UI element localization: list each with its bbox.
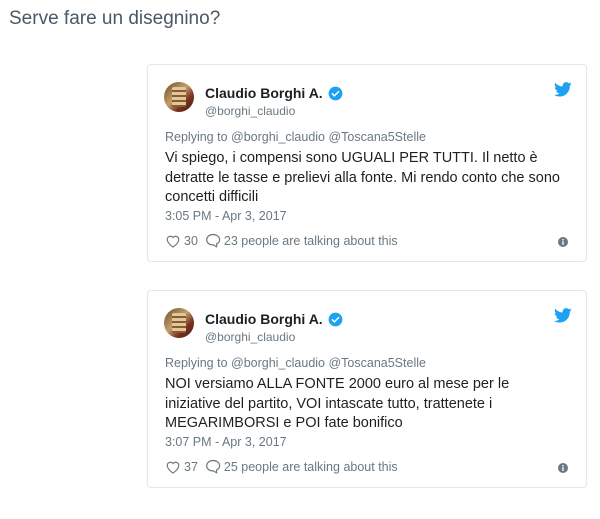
like-count[interactable]: 37: [184, 460, 198, 474]
tweet-actions: 37 25 people are talking about this: [165, 459, 398, 474]
twitter-bird-icon[interactable]: [554, 308, 572, 323]
verified-badge-icon: [328, 86, 343, 100]
author-handle[interactable]: @borghi_claudio: [205, 330, 295, 344]
tweet-card[interactable]: Claudio Borghi A. @borghi_claudio Replyi…: [147, 64, 587, 262]
tweet-text: NOI versiamo ALLA FONTE 2000 euro al mes…: [165, 376, 510, 431]
avatar[interactable]: [164, 308, 194, 338]
avatar[interactable]: [164, 82, 194, 112]
info-icon[interactable]: [558, 237, 568, 247]
tweet-text: Vi spiego, i compensi sono UGUALI PER TU…: [165, 150, 560, 205]
tweet-actions: 30 23 people are talking about this: [165, 233, 398, 248]
heart-icon[interactable]: [165, 460, 181, 474]
author-row: Claudio Borghi A.: [205, 85, 343, 101]
tweet-timestamp[interactable]: 3:05 PM - Apr 3, 2017: [165, 209, 287, 223]
replying-to[interactable]: Replying to @borghi_claudio @Toscana5Ste…: [165, 356, 426, 370]
talking-about-count[interactable]: 25 people are talking about this: [224, 460, 398, 474]
author-name[interactable]: Claudio Borghi A.: [205, 85, 323, 101]
comment-bubble-icon[interactable]: [205, 459, 221, 474]
like-count[interactable]: 30: [184, 234, 198, 248]
author-handle[interactable]: @borghi_claudio: [205, 104, 295, 118]
heart-icon[interactable]: [165, 234, 181, 248]
page-heading: Serve fare un disegnino?: [9, 8, 221, 29]
info-icon[interactable]: [558, 463, 568, 473]
comment-bubble-icon[interactable]: [205, 233, 221, 248]
replying-to[interactable]: Replying to @borghi_claudio @Toscana5Ste…: [165, 130, 426, 144]
twitter-bird-icon[interactable]: [554, 82, 572, 97]
verified-badge-icon: [328, 312, 343, 326]
talking-about-count[interactable]: 23 people are talking about this: [224, 234, 398, 248]
author-name[interactable]: Claudio Borghi A.: [205, 311, 323, 327]
tweet-card[interactable]: Claudio Borghi A. @borghi_claudio Replyi…: [147, 290, 587, 488]
tweet-timestamp[interactable]: 3:07 PM - Apr 3, 2017: [165, 435, 287, 449]
author-row: Claudio Borghi A.: [205, 311, 343, 327]
